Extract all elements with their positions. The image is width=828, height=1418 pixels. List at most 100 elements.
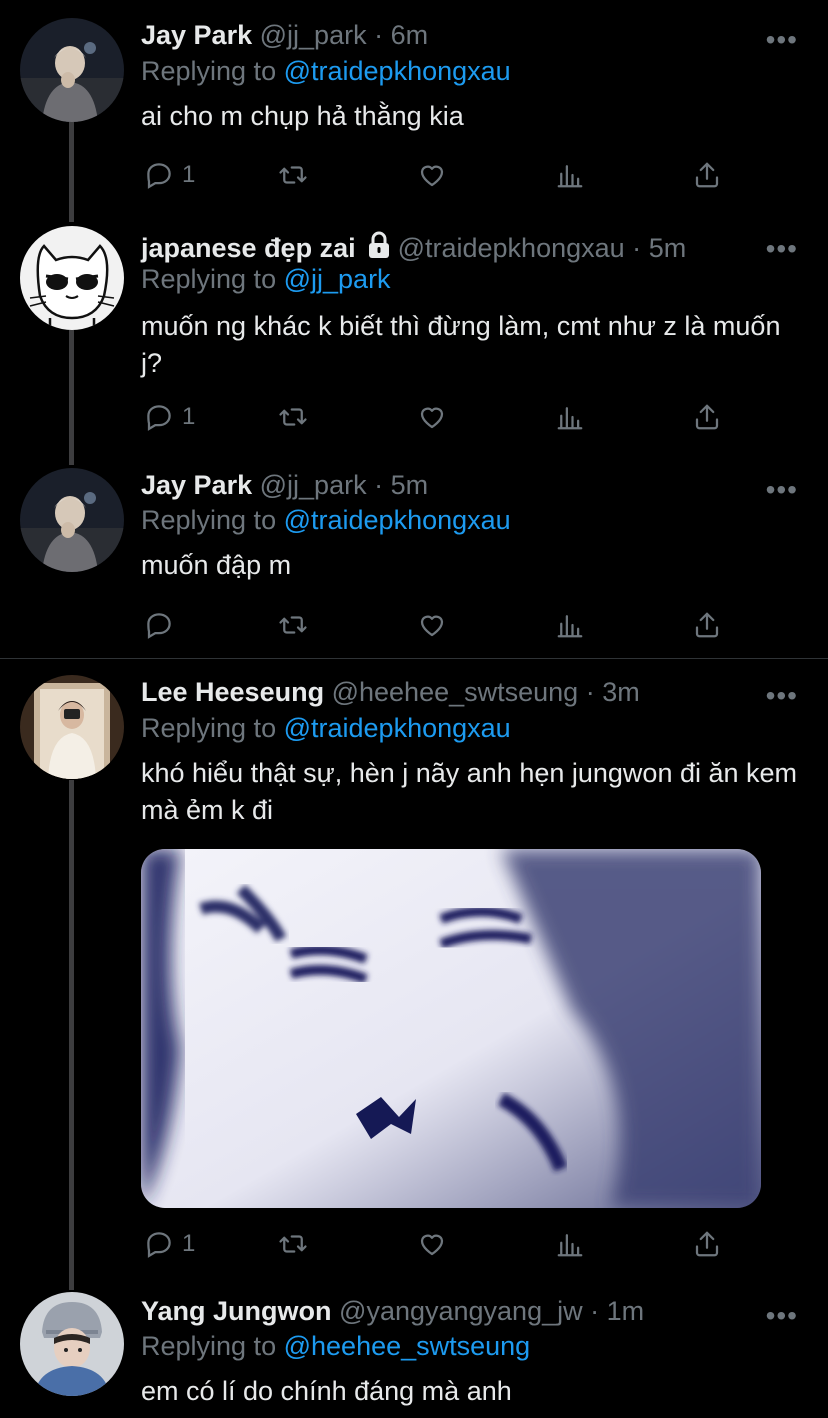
mention-link[interactable]: @traidepkhongxau xyxy=(284,56,511,86)
display-name[interactable]: Lee Heeseung xyxy=(141,677,324,707)
separator: · xyxy=(374,470,384,500)
analytics-button[interactable] xyxy=(555,155,585,195)
replying-to: Replying to @heehee_swtseung xyxy=(141,1331,530,1362)
user-handle[interactable]: @traidepkhongxau xyxy=(398,233,625,263)
share-button[interactable] xyxy=(692,1224,722,1264)
retweet-button[interactable] xyxy=(278,397,308,437)
tweet-text: muốn đập m xyxy=(141,550,292,580)
retweet-button[interactable] xyxy=(278,605,308,645)
retweet-icon xyxy=(279,616,307,634)
replying-label: Replying to xyxy=(141,713,277,743)
retweet-icon xyxy=(279,408,307,426)
display-name[interactable]: japanese đẹp zai xyxy=(141,233,356,263)
display-name[interactable]: Jay Park xyxy=(141,20,252,50)
tweet[interactable]: japanese đẹp zai @traidepkhongxau · 5m ••… xyxy=(0,222,828,462)
replying-to: Replying to @traidepkhongxau xyxy=(141,505,511,536)
like-button[interactable] xyxy=(417,605,447,645)
heart-icon xyxy=(420,1234,444,1256)
mention-link[interactable]: @traidepkhongxau xyxy=(284,713,511,743)
tweet-actions: 1 xyxy=(141,155,741,195)
tweet-actions: 1 xyxy=(141,397,741,437)
analytics-icon xyxy=(557,165,583,188)
retweet-icon xyxy=(279,1235,307,1253)
mention-link[interactable]: @jj_park xyxy=(284,264,391,294)
reply-button[interactable] xyxy=(144,605,182,645)
tweet-text: muốn ng khác k biết thì đừng làm, cmt nh… xyxy=(141,311,781,378)
avatar-heeseung[interactable] xyxy=(20,675,124,779)
tweet-text: em có lí do chính đáng mà anh xyxy=(141,1376,512,1406)
reply-icon xyxy=(147,405,171,431)
analytics-icon xyxy=(557,407,583,430)
heart-icon xyxy=(420,165,444,187)
like-button[interactable] xyxy=(417,155,447,195)
user-handle[interactable]: @jj_park xyxy=(260,470,367,500)
like-button[interactable] xyxy=(417,1224,447,1264)
replying-label: Replying to xyxy=(141,56,277,86)
blurry-meme-image xyxy=(141,849,761,1208)
reply-button[interactable]: 1 xyxy=(144,397,195,437)
tweet-header: japanese đẹp zai @traidepkhongxau · 5m xyxy=(141,231,686,264)
user-handle[interactable]: @heehee_swtseung xyxy=(332,677,579,707)
tweet[interactable]: Lee Heeseung @heehee_swtseung · 3m ••• R… xyxy=(0,659,828,1287)
analytics-button[interactable] xyxy=(555,1224,585,1264)
share-icon xyxy=(695,404,719,430)
reply-count: 1 xyxy=(182,403,196,430)
share-icon xyxy=(695,162,719,188)
separator: · xyxy=(590,1296,600,1326)
tweet-header: Jay Park @jj_park · 5m xyxy=(141,470,428,501)
more-options-icon[interactable]: ••• xyxy=(766,235,798,263)
tweet[interactable]: Jay Park @jj_park · 6m ••• Replying to @… xyxy=(0,0,828,220)
tweet-actions: 1 xyxy=(141,1224,741,1264)
display-name[interactable]: Yang Jungwon xyxy=(141,1296,332,1326)
timestamp[interactable]: 5m xyxy=(391,470,429,500)
replying-to: Replying to @jj_park xyxy=(141,264,391,295)
more-options-icon[interactable]: ••• xyxy=(766,476,798,504)
avatar-cat[interactable] xyxy=(20,226,124,330)
reply-icon xyxy=(147,1232,171,1258)
tweet[interactable]: Jay Park @jj_park · 5m ••• Replying to @… xyxy=(0,462,828,658)
tweet-text: ai cho m chụp hả thằng kia xyxy=(141,101,464,131)
share-icon xyxy=(695,1231,719,1257)
analytics-icon xyxy=(557,1234,583,1257)
heart-icon xyxy=(420,615,444,637)
separator: · xyxy=(374,20,384,50)
tweet-media-image[interactable] xyxy=(141,849,761,1208)
like-button[interactable] xyxy=(417,397,447,437)
heart-icon xyxy=(420,407,444,429)
retweet-icon xyxy=(279,166,307,184)
avatar-jungwon[interactable] xyxy=(20,1292,124,1396)
replying-to: Replying to @traidepkhongxau xyxy=(141,56,511,87)
timestamp[interactable]: 5m xyxy=(649,233,687,263)
replying-label: Replying to xyxy=(141,1331,277,1361)
tweet-text: khó hiểu thật sự, hèn j nãy anh hẹn jung… xyxy=(141,758,798,825)
separator: · xyxy=(632,233,642,263)
avatar-jay-park[interactable] xyxy=(20,468,124,572)
share-button[interactable] xyxy=(692,397,722,437)
user-handle[interactable]: @jj_park xyxy=(260,20,367,50)
analytics-button[interactable] xyxy=(555,397,585,437)
mention-link[interactable]: @traidepkhongxau xyxy=(284,505,511,535)
timestamp[interactable]: 1m xyxy=(607,1296,645,1326)
display-name[interactable]: Jay Park xyxy=(141,470,252,500)
reply-icon xyxy=(147,613,171,639)
more-options-icon[interactable]: ••• xyxy=(766,26,798,54)
more-options-icon[interactable]: ••• xyxy=(766,682,798,710)
retweet-button[interactable] xyxy=(278,155,308,195)
retweet-button[interactable] xyxy=(278,1224,308,1264)
reply-icon xyxy=(147,163,171,189)
user-handle[interactable]: @yangyangyang_jw xyxy=(339,1296,583,1326)
tweet-actions xyxy=(141,605,741,645)
share-button[interactable] xyxy=(692,155,722,195)
more-options-icon[interactable]: ••• xyxy=(766,1302,798,1330)
avatar-jay-park[interactable] xyxy=(20,18,124,122)
reply-button[interactable]: 1 xyxy=(144,1224,195,1264)
mention-link[interactable]: @heehee_swtseung xyxy=(284,1331,531,1361)
timestamp[interactable]: 6m xyxy=(391,20,429,50)
timestamp[interactable]: 3m xyxy=(602,677,640,707)
share-button[interactable] xyxy=(692,605,722,645)
tweet[interactable]: Yang Jungwon @yangyangyang_jw · 1m ••• R… xyxy=(0,1287,828,1418)
reply-button[interactable]: 1 xyxy=(144,155,195,195)
analytics-button[interactable] xyxy=(555,605,585,645)
separator: · xyxy=(585,677,595,707)
replying-label: Replying to xyxy=(141,505,277,535)
